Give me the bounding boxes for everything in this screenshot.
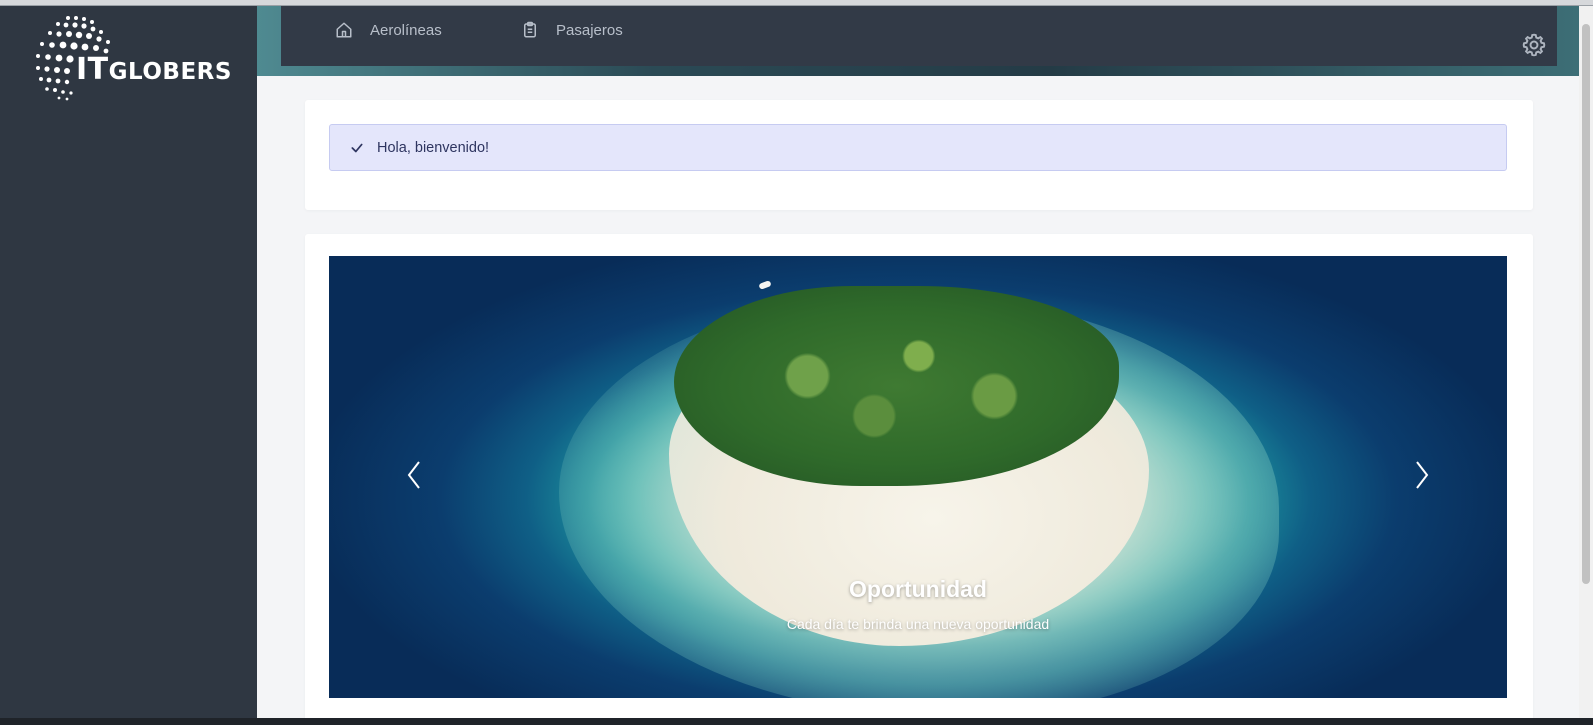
itglobers-logo[interactable]: ITGLOBERS (28, 10, 231, 102)
clipboard-icon (521, 21, 539, 39)
check-icon (351, 143, 363, 152)
sidebar: ITGLOBERS (0, 6, 257, 718)
logo-name-text: GLOBERS (108, 59, 232, 85)
boat (758, 280, 772, 290)
gear-icon (1522, 33, 1546, 57)
slide-title: Oportunidad (849, 576, 987, 602)
slide-text: Cada día te brinda una nueva oportunidad (786, 616, 1050, 632)
bottom-bar (0, 718, 1593, 725)
image-carousel[interactable]: Oportunidad Cada día te brinda una nueva… (329, 256, 1507, 698)
nav-item-label: Pasajeros (556, 21, 623, 39)
nav-item-label: Aerolíneas (370, 21, 442, 39)
chevron-right-icon (1416, 461, 1429, 489)
nav-item-pasajeros[interactable]: Pasajeros (521, 18, 623, 42)
logo-it-text: IT (76, 52, 109, 87)
welcome-alert: Hola, bienvenido! (329, 124, 1507, 171)
alert-message: Hola, bienvenido! (377, 139, 490, 156)
scrollbar-thumb[interactable] (1582, 24, 1590, 584)
welcome-card: Hola, bienvenido! (305, 100, 1533, 210)
settings-button[interactable] (1521, 32, 1547, 58)
main-content: Aerolíneas Pasajeros Hola, bienvenido! O… (257, 6, 1579, 718)
carousel-next-button[interactable] (1409, 460, 1433, 490)
logo-wordmark: ITGLOBERS (76, 52, 232, 87)
nav-item-aerolineas[interactable]: Aerolíneas (335, 18, 442, 42)
home-icon (335, 21, 353, 39)
top-navbar: Aerolíneas Pasajeros (281, 6, 1557, 66)
carousel-prev-button[interactable] (403, 460, 427, 490)
chevron-left-icon (407, 461, 420, 489)
carousel-card: Oportunidad Cada día te brinda una nueva… (305, 234, 1533, 718)
page-scrollbar[interactable] (1579, 6, 1593, 718)
